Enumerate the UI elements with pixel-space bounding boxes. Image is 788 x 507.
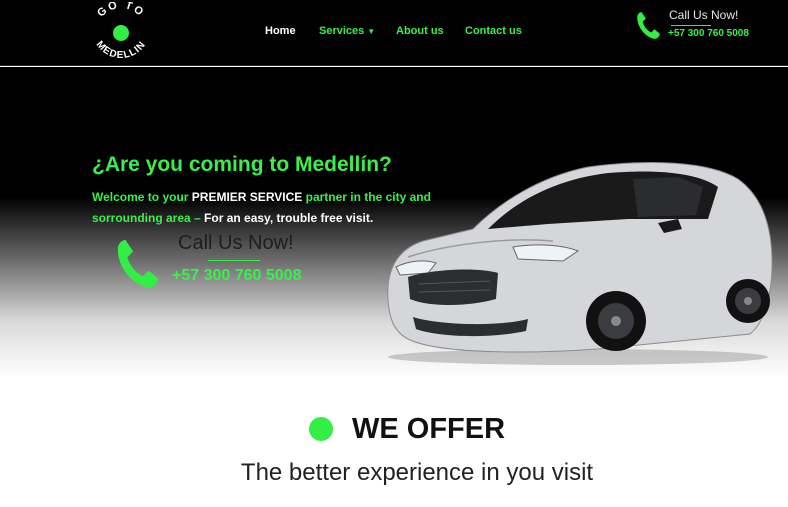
offer-title: WE OFFER xyxy=(352,413,506,445)
bullet-dot-icon xyxy=(309,417,333,441)
hero-title: ¿Are you coming to Medellín? xyxy=(92,153,392,176)
header-call-divider xyxy=(671,25,711,26)
hero-text-part3: For an easy, trouble free visit. xyxy=(204,211,374,225)
hero-text-part1: Welcome to your xyxy=(92,190,192,204)
nav-services-label: Services xyxy=(319,25,365,37)
offer-section: WE OFFER The better experience in you vi… xyxy=(0,377,788,507)
logo-text-top: GO TO xyxy=(95,2,145,20)
svg-text:GO TO: GO TO xyxy=(95,2,147,20)
hero-text-highlight: PREMIER SERVICE xyxy=(191,190,303,204)
phone-icon xyxy=(637,12,660,39)
nav-about[interactable]: About us xyxy=(396,25,444,37)
nav-contact[interactable]: Contact us xyxy=(465,25,522,37)
logo-dot-icon xyxy=(113,25,129,41)
phone-icon xyxy=(117,240,159,288)
hero-section: ¿Are you coming to Medellín? Welcome to … xyxy=(0,67,788,377)
car-image xyxy=(387,162,773,365)
header-call-block[interactable]: Call Us Now! +57 300 760 5008 xyxy=(635,8,775,48)
logo[interactable]: GO TO MEDELLIN xyxy=(84,2,158,64)
logo-text-bottom: MEDELLIN xyxy=(94,39,148,61)
svg-text:MEDELLIN: MEDELLIN xyxy=(94,39,149,61)
site-header: GO TO MEDELLIN Home Services ▼ About us C… xyxy=(0,0,788,66)
hero-call-divider xyxy=(208,260,260,261)
nav-home[interactable]: Home xyxy=(265,25,296,37)
nav-services[interactable]: Services ▼ xyxy=(319,25,375,37)
hero-call-number[interactable]: +57 300 760 5008 xyxy=(172,267,301,285)
hero-call-block[interactable]: Call Us Now! +57 300 760 5008 xyxy=(114,232,324,302)
header-call-label: Call Us Now! xyxy=(669,8,739,22)
hero-call-label: Call Us Now! xyxy=(178,232,294,254)
header-call-number[interactable]: +57 300 760 5008 xyxy=(668,28,749,39)
offer-subtitle: The better experience in you visit xyxy=(240,459,594,486)
chevron-down-icon: ▼ xyxy=(367,27,376,36)
